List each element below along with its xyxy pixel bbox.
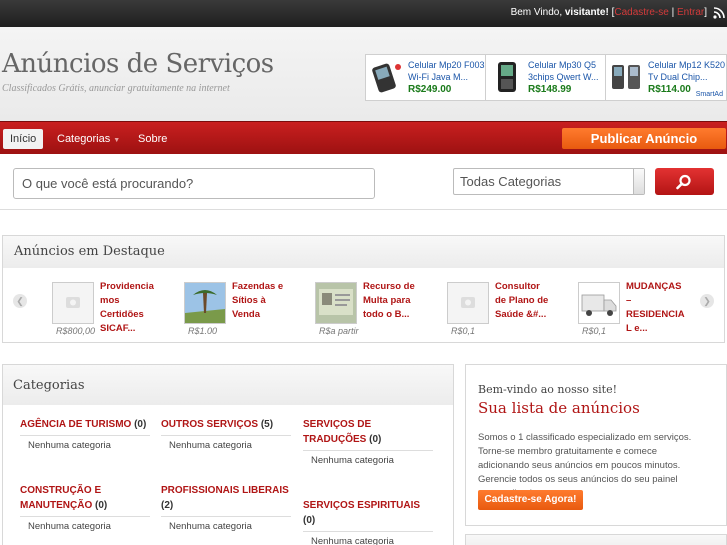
category-sub: Nenhuma categoria (169, 440, 252, 451)
featured-item-title[interactable]: Fazendas e Sítios à Venda (232, 280, 290, 322)
category-select-value: Todas Categorias (460, 174, 562, 189)
document-image (315, 282, 357, 324)
category-sub: Nenhuma categoria (169, 521, 252, 532)
featured-item-title[interactable]: Recurso de Multa para todo o B... (363, 280, 421, 322)
category-link[interactable]: CONSTRUÇÃO E MANUTENÇÃO (0) (20, 483, 150, 513)
truck-image (578, 282, 620, 324)
category-count: (0) (95, 500, 108, 511)
link-separator: | (671, 7, 675, 18)
category-count: (0) (134, 419, 147, 430)
nav-item-categorias[interactable]: Categorias ▼ (57, 129, 120, 149)
category-count: (0) (369, 434, 382, 445)
phone-thumbnail (372, 63, 401, 93)
placeholder-image-icon (52, 282, 94, 324)
user-name: visitante! (564, 7, 609, 18)
category-count: (2) (161, 500, 174, 511)
featured-item-title[interactable]: MUDANÇAS – RESIDENCIA L e... (626, 280, 684, 336)
sidebar-widget (465, 534, 727, 545)
site-header: Anúncios de Serviços Classificados Gráti… (0, 27, 727, 121)
phone-thumbnail (498, 62, 516, 92)
featured-item-price: R$0,1 (451, 326, 476, 336)
select-arrow-icon (633, 169, 644, 194)
category-count: (5) (260, 419, 274, 430)
nav-item-sobre[interactable]: Sobre (138, 129, 167, 149)
featured-header: Anúncios em Destaque (3, 236, 724, 268)
publish-ad-button[interactable]: Publicar Anúncio (562, 128, 726, 149)
ad-item[interactable]: Celular Mp20 F003 Wi-Fi Java M... R$249.0… (366, 55, 486, 100)
category-sub: Nenhuma categoria (28, 440, 111, 451)
ad-banner: Celular Mp20 F003 Wi-Fi Java M... R$249.0… (365, 54, 727, 101)
rss-icon[interactable] (713, 7, 725, 19)
featured-ads: Anúncios em Destaque ❮ ❯ Providencia mos… (2, 235, 725, 343)
chevron-down-icon: ▼ (113, 137, 121, 144)
categories-panel: Categorias AGÊNCIA DE TURISMO (0) Nenhum… (2, 364, 454, 545)
phone-thumbnail (612, 65, 640, 89)
login-link[interactable]: Entrar (677, 7, 704, 18)
register-now-button[interactable]: Cadastre-se Agora! (478, 490, 583, 510)
site-tagline: Classificados Grátis, anunciar gratuitam… (2, 83, 230, 94)
top-bar: Bem Vindo, visitante! [Cadastre-se | Ent… (0, 0, 727, 27)
category-item: CONSTRUÇÃO E MANUTENÇÃO (0) Nenhuma cate… (20, 483, 150, 532)
ad-price: R$249.00 (408, 84, 452, 95)
category-sub: Nenhuma categoria (28, 521, 111, 532)
featured-title: Anúncios em Destaque (14, 244, 165, 259)
welcome-small-title: Bem-vindo ao nosso site! (478, 383, 618, 396)
category-item: PROFISSIONAIS LIBERAIS (2) Nenhuma categ… (161, 483, 291, 532)
categories-title: Categorias (13, 378, 85, 393)
category-link[interactable]: PROFISSIONAIS LIBERAIS (2) (161, 483, 291, 513)
category-link[interactable]: SERVIÇOS DE TRADUÇÕES (0) (303, 417, 433, 447)
ad-title[interactable]: Celular Mp12 K520 Tv Dual Chip... (648, 59, 725, 83)
welcome-prefix: Bem Vindo, (510, 7, 563, 18)
category-link[interactable]: SERVIÇOS ESPIRITUAIS (0) (303, 498, 433, 528)
featured-item-title[interactable]: Providencia mos Certidões SICAF... (100, 280, 158, 336)
ad-price: R$114.00 (648, 84, 691, 95)
nav-item-inicio[interactable]: Início (3, 129, 44, 149)
featured-item-price: R$a partir (319, 326, 359, 336)
ad-item[interactable]: Celular Mp30 Q5 3chips Qwert W... R$148.9… (486, 55, 606, 100)
welcome-big-title: Sua lista de anúncios (478, 399, 640, 417)
farm-image (184, 282, 226, 324)
ad-brand[interactable]: SmartAd (696, 91, 723, 98)
ad-title[interactable]: Celular Mp20 F003 Wi-Fi Java M... (408, 59, 485, 83)
categories-header: Categorias (3, 365, 453, 405)
category-link[interactable]: AGÊNCIA DE TURISMO (0) (20, 417, 150, 432)
welcome-message: Bem Vindo, visitante! [Cadastre-se | Ent… (511, 7, 707, 18)
category-item: OUTROS SERVIÇOS (5) Nenhuma categoria (161, 417, 291, 451)
ad-title[interactable]: Celular Mp30 Q5 3chips Qwert W... (528, 59, 599, 83)
welcome-box: Bem-vindo ao nosso site! Sua lista de an… (465, 364, 727, 526)
search-button[interactable] (655, 168, 714, 195)
category-item: SERVIÇOS ESPIRITUAIS (0) Nenhuma categor… (303, 498, 433, 545)
placeholder-image-icon (447, 282, 489, 324)
bracket-close: ] (704, 7, 707, 18)
ad-price: R$148.99 (528, 84, 572, 95)
main-nav: Início Categorias ▼ Sobre Publicar Anúnci… (0, 121, 727, 154)
category-count: (0) (303, 515, 316, 526)
category-item: SERVIÇOS DE TRADUÇÕES (0) Nenhuma catego… (303, 417, 433, 466)
category-select[interactable]: Todas Categorias (453, 168, 645, 195)
category-link[interactable]: OUTROS SERVIÇOS (5) (161, 417, 291, 432)
featured-item-price: R$800,00 (56, 326, 96, 336)
chevron-right-icon[interactable]: ❯ (700, 294, 714, 308)
search-bar: Todas Categorias (0, 154, 727, 210)
featured-item-price: R$1.00 (188, 326, 218, 336)
category-sub: Nenhuma categoria (311, 455, 394, 466)
chevron-left-icon[interactable]: ❮ (13, 294, 27, 308)
category-sub: Nenhuma categoria (311, 536, 394, 545)
nav-item-label: Categorias (57, 133, 111, 145)
featured-item-title[interactable]: Consultor de Plano de Saúde &#... (495, 280, 553, 322)
site-title[interactable]: Anúncios de Serviços (2, 49, 274, 79)
search-icon (676, 174, 691, 190)
register-link[interactable]: Cadastre-se (614, 7, 668, 18)
search-input[interactable] (13, 168, 375, 199)
category-item: AGÊNCIA DE TURISMO (0) Nenhuma categoria (20, 417, 150, 451)
featured-item-price: R$0,1 (582, 326, 607, 336)
